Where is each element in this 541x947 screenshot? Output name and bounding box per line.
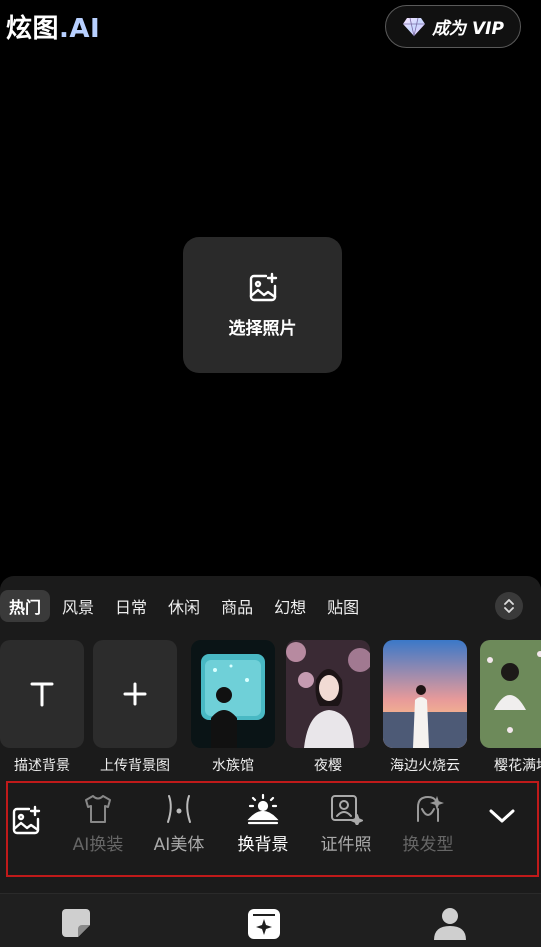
tab-hot[interactable]: 热门: [0, 590, 51, 622]
bg-item-seaside-sunset[interactable]: 海边火烧云: [383, 640, 467, 774]
expand-categories-button[interactable]: [495, 592, 523, 620]
diamond-icon: [403, 17, 426, 36]
tab-daily[interactable]: 日常: [106, 590, 156, 622]
bg-item-label: 樱花满地: [494, 758, 541, 774]
choose-photo-label: 选择照片: [228, 318, 297, 339]
tool-ai-body[interactable]: AI美体: [139, 793, 219, 855]
become-vip-button[interactable]: 成为 VIP: [385, 5, 521, 48]
tool-hairstyle[interactable]: 换发型: [388, 793, 468, 855]
night-sakura-photo: [286, 640, 370, 748]
edit-panel: 热门 风景 日常 休闲 商品 幻想 贴图 描述背景 上传背景图 水族馆 夜樱 海…: [0, 576, 541, 893]
tab-stickers[interactable]: 贴图: [318, 590, 368, 622]
add-photo-icon: [12, 805, 41, 835]
bg-item-describe[interactable]: 描述背景: [0, 640, 84, 774]
chevron-up-down-icon: [504, 599, 514, 613]
tool-label: AI换装: [72, 835, 124, 855]
body-icon: [167, 795, 191, 823]
magic-box-icon: [248, 909, 280, 939]
bottom-nav: [0, 893, 541, 947]
bg-item-sakura-ground[interactable]: 樱花满地: [480, 640, 541, 774]
tool-add-photo[interactable]: [0, 805, 66, 837]
add-photo-icon: [249, 272, 277, 301]
chevron-down-icon: [489, 809, 515, 823]
logo-ai-text: .AI: [59, 14, 101, 44]
shirt-icon: [85, 795, 111, 823]
note-icon: [62, 909, 90, 937]
vip-label: 成为 VIP: [432, 19, 504, 39]
nav-templates[interactable]: [56, 904, 96, 942]
category-tabs: 热门 风景 日常 休闲 商品 幻想 贴图: [0, 590, 371, 622]
text-T-icon: [0, 640, 84, 748]
tool-label: AI美体: [153, 835, 205, 855]
logo-text: 炫图: [6, 14, 60, 44]
bg-item-label: 水族馆: [212, 758, 254, 774]
tab-products[interactable]: 商品: [212, 590, 262, 622]
tool-bar: AI换装 AI美体 换背景 证件照 换发型: [6, 781, 539, 877]
tool-change-background[interactable]: 换背景: [223, 793, 303, 855]
tab-scenery[interactable]: 风景: [53, 590, 103, 622]
plus-icon: [93, 640, 177, 748]
nav-profile[interactable]: [430, 904, 470, 942]
seaside-sunset-photo: [383, 640, 467, 748]
user-icon: [434, 908, 466, 940]
tool-more-button[interactable]: [462, 807, 541, 825]
tab-fantasy[interactable]: 幻想: [265, 590, 315, 622]
bg-item-label: 描述背景: [14, 758, 70, 774]
bg-item-label: 海边火烧云: [390, 758, 460, 774]
tool-id-photo[interactable]: 证件照: [306, 793, 386, 855]
tab-leisure[interactable]: 休闲: [159, 590, 209, 622]
bg-item-label: 夜樱: [314, 758, 342, 774]
tool-label: 证件照: [320, 835, 372, 855]
nav-create[interactable]: [244, 904, 284, 942]
choose-photo-button[interactable]: 选择照片: [183, 237, 342, 373]
bg-item-aquarium[interactable]: 水族馆: [191, 640, 275, 774]
background-list: 描述背景 上传背景图 水族馆 夜樱 海边火烧云 樱花满: [0, 640, 541, 774]
bg-item-label: 上传背景图: [100, 758, 170, 774]
tool-ai-outfit[interactable]: AI换装: [58, 793, 138, 855]
hairstyle-icon: [417, 795, 444, 822]
bg-item-upload[interactable]: 上传背景图: [93, 640, 177, 774]
app-logo: 炫图.AI: [6, 8, 100, 45]
background-icon: [247, 793, 279, 825]
tool-label: 换发型: [402, 835, 454, 855]
id-photo-icon: [331, 795, 363, 825]
bg-item-night-sakura[interactable]: 夜樱: [286, 640, 370, 774]
sakura-ground-photo: [480, 640, 541, 748]
tool-label: 换背景: [237, 835, 289, 855]
aquarium-photo: [191, 640, 275, 748]
